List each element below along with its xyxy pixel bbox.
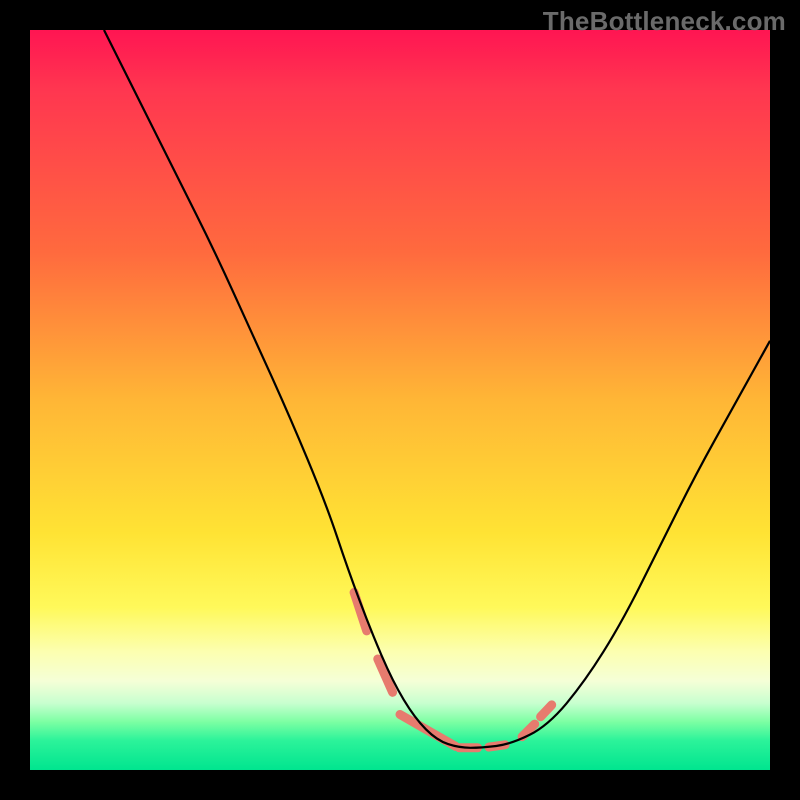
curve-layer bbox=[30, 30, 770, 770]
highlight-dash-6 bbox=[541, 705, 552, 717]
watermark-text: TheBottleneck.com bbox=[543, 6, 786, 37]
chart-frame: TheBottleneck.com bbox=[0, 0, 800, 800]
plot-area bbox=[30, 30, 770, 770]
curve-main-path bbox=[104, 30, 770, 748]
highlight-dash-group bbox=[354, 592, 552, 747]
